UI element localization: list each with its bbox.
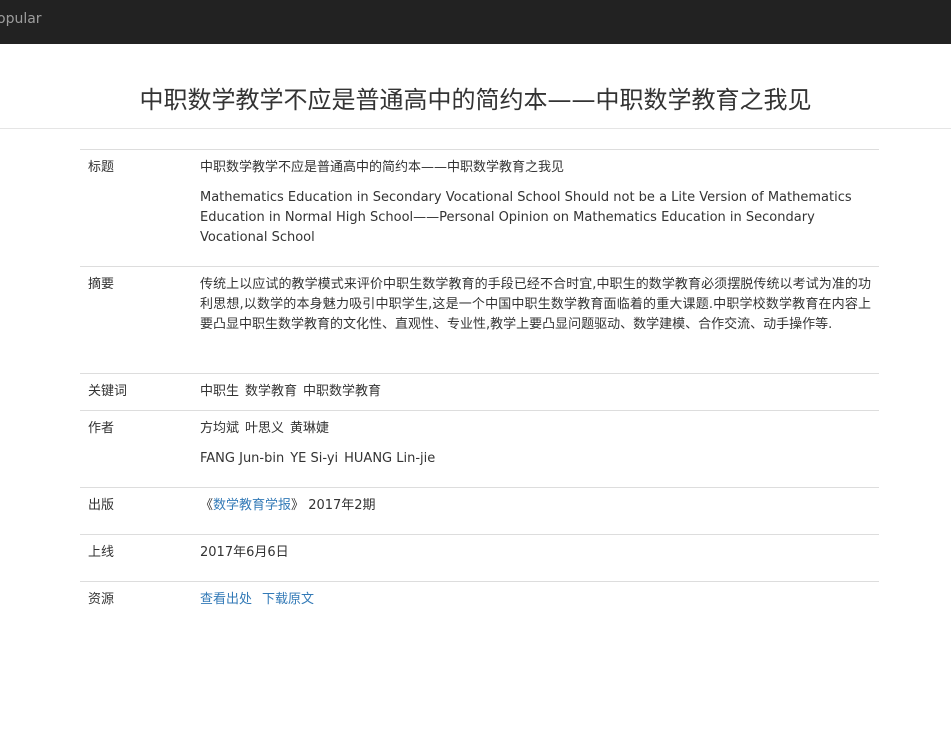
value-authors: 方均斌 叶思义 黄琳婕 FANG Jun-bin YE Si-yi HUANG Lin-…	[200, 410, 879, 488]
row-publication: 出版 《数学教育学报》 2017年2期	[80, 487, 879, 535]
value-resources: 查看出处 下载原文	[200, 581, 879, 622]
row-online: 上线 2017年6月6日	[80, 534, 879, 582]
page-header: 中职数学教学不应是普通高中的简约本——中职数学教育之我见	[0, 44, 951, 129]
title-english: Mathematics Education in Secondary Vocat…	[200, 190, 852, 245]
page-title: 中职数学教学不应是普通高中的简约本——中职数学教育之我见	[139, 86, 812, 114]
row-resources: 资源 查看出处 下载原文	[80, 581, 879, 622]
journal-link[interactable]: 数学教育学报	[213, 498, 291, 513]
value-title: 中职数学教学不应是普通高中的简约本——中职数学教育之我见 Mathematics…	[200, 149, 879, 267]
keyword: 数学教育	[245, 384, 298, 399]
title-chinese: 中职数学教学不应是普通高中的简约本——中职数学教育之我见	[200, 160, 565, 175]
label-title: 标题	[80, 149, 200, 267]
value-online: 2017年6月6日	[200, 534, 879, 582]
author-name: FANG Jun-bin	[200, 451, 285, 466]
author-name: 叶思义	[245, 421, 285, 436]
label-publication: 出版	[80, 487, 200, 535]
value-abstract: 传统上以应试的教学模式来评价中职生数学教育的手段已经不合时宜,中职生的数学教育必…	[200, 266, 879, 374]
authors-chinese: 方均斌 叶思义 黄琳婕	[200, 419, 871, 439]
top-navbar: opular	[0, 0, 951, 44]
download-link[interactable]: 下载原文	[262, 592, 314, 607]
value-publication: 《数学教育学报》 2017年2期	[200, 487, 879, 535]
author-name: YE Si-yi	[290, 451, 339, 466]
label-resources: 资源	[80, 581, 200, 622]
keyword: 中职数学教育	[303, 384, 382, 399]
label-abstract: 摘要	[80, 266, 200, 374]
author-name: 方均斌	[200, 421, 240, 436]
quote-open: 《	[200, 498, 214, 513]
abstract-text: 传统上以应试的教学模式来评价中职生数学教育的手段已经不合时宜,中职生的数学教育必…	[200, 277, 871, 332]
label-keywords: 关键词	[80, 373, 200, 411]
keyword: 中职生	[200, 384, 240, 399]
row-abstract: 摘要 传统上以应试的教学模式来评价中职生数学教育的手段已经不合时宜,中职生的数学…	[80, 266, 879, 374]
issue-text: 2017年2期	[308, 498, 376, 513]
author-name: 黄琳婕	[290, 421, 330, 436]
row-authors: 作者 方均斌 叶思义 黄琳婕 FANG Jun-bin YE Si-yi HUANG L…	[80, 410, 879, 488]
row-keywords: 关键词 中职生 数学教育 中职数学教育	[80, 373, 879, 411]
navbar-brand[interactable]: opular	[0, 10, 42, 28]
view-source-link[interactable]: 查看出处	[200, 592, 252, 607]
authors-english: FANG Jun-bin YE Si-yi HUANG Lin-jie	[200, 449, 871, 469]
label-online: 上线	[80, 534, 200, 582]
article-detail-table: 标题 中职数学教学不应是普通高中的简约本——中职数学教育之我见 Mathemat…	[80, 149, 879, 622]
label-authors: 作者	[80, 410, 200, 488]
value-keywords: 中职生 数学教育 中职数学教育	[200, 373, 879, 411]
row-title: 标题 中职数学教学不应是普通高中的简约本——中职数学教育之我见 Mathemat…	[80, 149, 879, 267]
quote-close: 》	[291, 498, 305, 513]
author-name: HUANG Lin-jie	[344, 451, 436, 466]
